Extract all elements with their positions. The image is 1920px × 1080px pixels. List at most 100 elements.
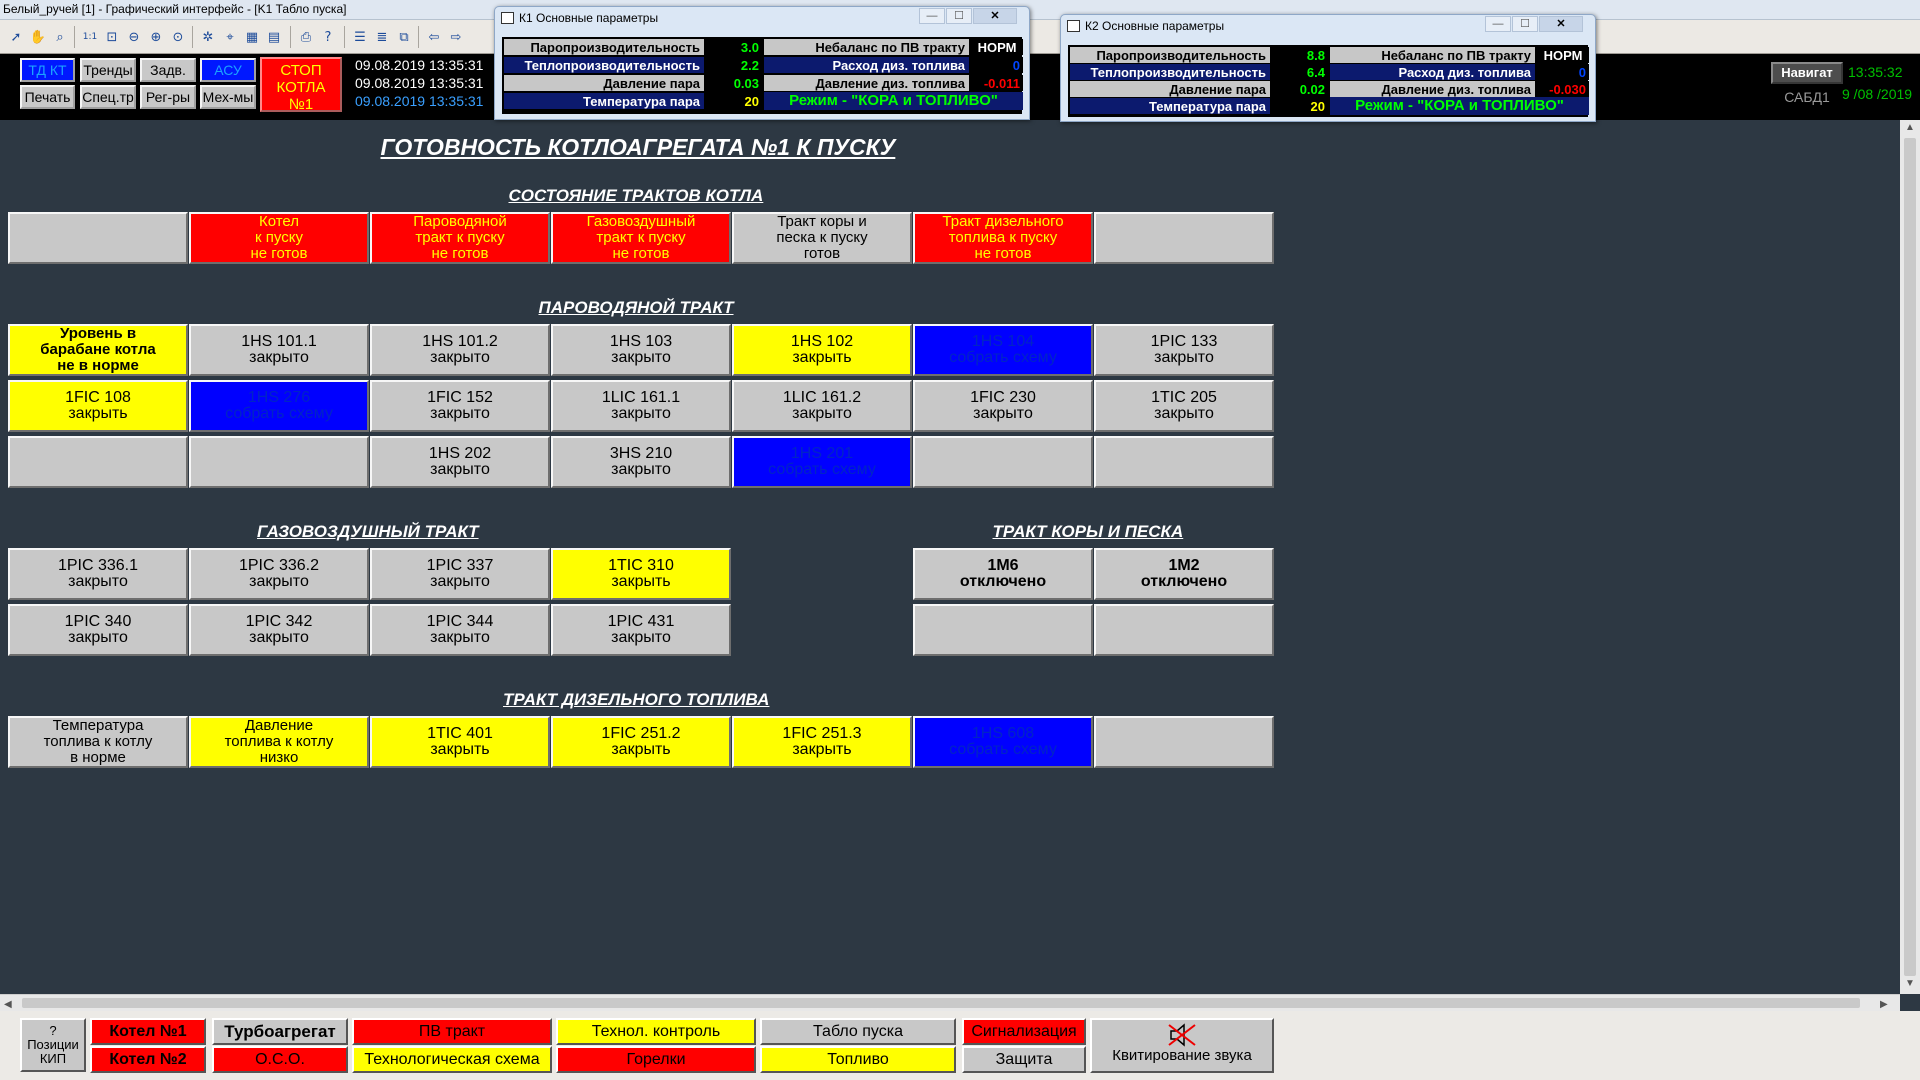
navigator-button[interactable]: Навигат <box>1771 62 1843 84</box>
status-cell[interactable]: 1PIC 336.1 закрыто <box>8 548 188 600</box>
stop-boiler-button[interactable]: СТОП КОТЛА №1 <box>260 57 342 113</box>
status-cell[interactable]: Температура топлива к котлу в норме <box>8 716 188 768</box>
alarm-button[interactable]: Сигнализация <box>962 1018 1086 1045</box>
horizontal-scrollbar[interactable]: ◀ ▶ <box>0 994 1900 1011</box>
status-cell[interactable]: 1HS 201 собрать схему <box>732 436 912 488</box>
find-icon[interactable]: ⌖ <box>220 27 240 47</box>
status-cell[interactable]: Пароводяной тракт к пуску не готов <box>370 212 550 264</box>
valves-button[interactable]: Задв. <box>140 58 196 82</box>
status-cell[interactable]: 1PIC 340 закрыто <box>8 604 188 656</box>
status-cell[interactable]: 1TIC 310 закрыть <box>551 548 731 600</box>
trends-button[interactable]: Тренды <box>80 58 136 82</box>
status-cell[interactable]: 1LIC 161.1 закрыто <box>551 380 731 432</box>
print-icon[interactable]: ⎙ <box>296 27 316 47</box>
maximize-button[interactable]: ☐ <box>1512 16 1538 32</box>
status-cell[interactable] <box>913 436 1093 488</box>
launch-board-button[interactable]: Табло пуска <box>760 1018 956 1045</box>
popup-k1-params[interactable]: К1 Основные параметры — ☐ ✕ Паропроизвод… <box>494 6 1030 120</box>
turbine-button[interactable]: Турбоагрегат <box>212 1018 348 1045</box>
status-cell[interactable]: Давление топлива к котлу низко <box>189 716 369 768</box>
status-cell[interactable]: 1PIC 133 закрыто <box>1094 324 1274 376</box>
status-cell[interactable] <box>1094 212 1274 264</box>
status-cell[interactable]: 1HS 608 собрать схему <box>913 716 1093 768</box>
pv-tract-button[interactable]: ПВ тракт <box>352 1018 552 1045</box>
tech-scheme-button[interactable]: Технологическая схема <box>352 1046 552 1073</box>
objects-icon[interactable]: ✲ <box>198 27 218 47</box>
list-icon[interactable]: ☰ <box>350 27 370 47</box>
status-cell[interactable]: 1PIC 344 закрыто <box>370 604 550 656</box>
status-cell[interactable]: 1HS 276 собрать схему <box>189 380 369 432</box>
status-cell[interactable]: 1HS 103 закрыто <box>551 324 731 376</box>
table-icon[interactable]: ▤ <box>264 27 284 47</box>
popup-k2-params[interactable]: К2 Основные параметры — ☐ ✕ Паропроизвод… <box>1060 14 1596 122</box>
status-cell[interactable]: 1PIC 431 закрыто <box>551 604 731 656</box>
status-cell[interactable]: 1FIC 230 закрыто <box>913 380 1093 432</box>
rows-icon[interactable]: ≣ <box>372 27 392 47</box>
boiler1-button[interactable]: Котел №1 <box>90 1018 206 1045</box>
vertical-scrollbar[interactable]: ▲ ▼ <box>1900 120 1920 994</box>
boiler2-button[interactable]: Котел №2 <box>90 1046 206 1073</box>
special-button[interactable]: Спец.тр <box>80 85 136 109</box>
scroll-left-icon[interactable]: ◀ <box>4 999 12 1010</box>
status-cell[interactable]: Котел к пуску не готов <box>189 212 369 264</box>
magnifier-icon[interactable]: ⌕ <box>50 27 70 47</box>
status-cell[interactable]: 1PIC 336.2 закрыто <box>189 548 369 600</box>
status-cell[interactable]: 1FIC 251.3 закрыть <box>732 716 912 768</box>
status-cell[interactable]: 1FIC 108 закрыть <box>8 380 188 432</box>
horizontal-scroll-thumb[interactable] <box>22 998 1860 1008</box>
zoom-out-icon[interactable]: ⊖ <box>124 27 144 47</box>
asu-button[interactable]: АСУ <box>200 58 256 82</box>
status-cell[interactable] <box>913 604 1093 656</box>
status-cell[interactable] <box>8 212 188 264</box>
status-cell[interactable]: 1M6 отключено <box>913 548 1093 600</box>
back-arrow-icon[interactable]: ⇦ <box>424 27 444 47</box>
minimize-button[interactable]: — <box>919 8 945 24</box>
close-button[interactable]: ✕ <box>973 8 1017 24</box>
kip-positions-button[interactable]: ? Позиции КИП <box>20 1018 86 1072</box>
zoom-fit-icon[interactable]: ⊡ <box>102 27 122 47</box>
status-cell[interactable]: 1HS 102 закрыть <box>732 324 912 376</box>
status-cell[interactable]: 1PIC 342 закрыто <box>189 604 369 656</box>
status-cell[interactable]: 1HS 101.2 закрыто <box>370 324 550 376</box>
status-cell[interactable]: 1TIC 401 закрыть <box>370 716 550 768</box>
grid-icon[interactable]: ▦ <box>242 27 262 47</box>
status-cell[interactable]: 1M2 отключено <box>1094 548 1274 600</box>
windows-icon[interactable]: ⧉ <box>394 27 414 47</box>
scroll-down-icon[interactable]: ▼ <box>1905 978 1915 989</box>
status-cell[interactable]: 1FIC 251.2 закрыть <box>551 716 731 768</box>
pointer-icon[interactable]: ➚ <box>6 27 26 47</box>
td-kt-button[interactable]: ТД КТ <box>20 58 75 82</box>
status-cell[interactable]: Уровень в барабане котла не в норме <box>8 324 188 376</box>
status-cell[interactable] <box>189 436 369 488</box>
status-cell[interactable]: 1TIC 205 закрыто <box>1094 380 1274 432</box>
tech-control-button[interactable]: Технол. контроль <box>556 1018 756 1045</box>
forward-arrow-icon[interactable]: ⇨ <box>446 27 466 47</box>
status-cell[interactable] <box>8 436 188 488</box>
scroll-right-icon[interactable]: ▶ <box>1880 999 1888 1010</box>
protection-button[interactable]: Защита <box>962 1046 1086 1073</box>
zoom-in-icon[interactable]: ⊕ <box>146 27 166 47</box>
print-button[interactable]: Печать <box>20 85 75 109</box>
status-cell[interactable]: 1HS 101.1 закрыто <box>189 324 369 376</box>
minimize-button[interactable]: — <box>1485 16 1511 32</box>
status-cell[interactable]: 1FIC 152 закрыто <box>370 380 550 432</box>
status-cell[interactable]: Тракт дизельного топлива к пуску не гото… <box>913 212 1093 264</box>
fuel-button[interactable]: Топливо <box>760 1046 956 1073</box>
ack-sound-button[interactable]: Квитирование звука <box>1090 1018 1274 1073</box>
status-cell[interactable]: 3HS 210 закрыто <box>551 436 731 488</box>
mechanisms-button[interactable]: Мех-мы <box>200 85 256 109</box>
hand-icon[interactable]: ✋ <box>28 27 48 47</box>
status-cell[interactable] <box>1094 604 1274 656</box>
status-cell[interactable]: 1LIC 161.2 закрыто <box>732 380 912 432</box>
scroll-up-icon[interactable]: ▲ <box>1905 122 1915 133</box>
zoom-window-icon[interactable]: ⊙ <box>168 27 188 47</box>
status-cell[interactable]: Тракт коры и песка к пуску готов <box>732 212 912 264</box>
status-cell[interactable]: 1PIC 337 закрыто <box>370 548 550 600</box>
status-cell[interactable]: 1HS 202 закрыто <box>370 436 550 488</box>
status-cell[interactable]: 1HS 104 собрать схему <box>913 324 1093 376</box>
regulators-button[interactable]: Рег-ры <box>140 85 196 109</box>
help-icon[interactable]: ? <box>318 27 338 47</box>
zoom-1to1-icon[interactable]: 1:1 <box>80 27 100 47</box>
status-cell[interactable]: Газовоздушный тракт к пуску не готов <box>551 212 731 264</box>
vertical-scroll-thumb[interactable] <box>1904 138 1916 976</box>
